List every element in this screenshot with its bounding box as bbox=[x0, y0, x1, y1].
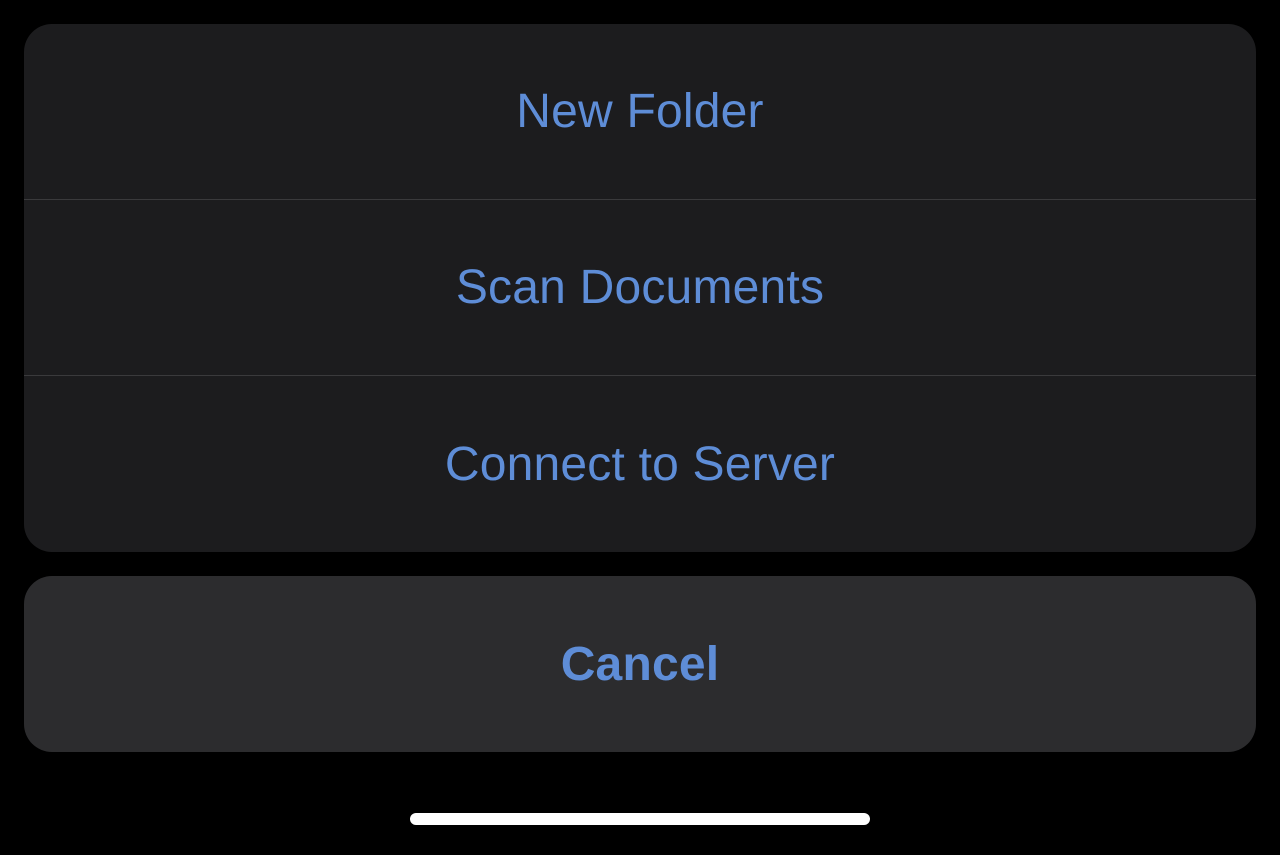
action-item-label: Scan Documents bbox=[456, 260, 824, 315]
home-indicator[interactable] bbox=[410, 813, 870, 825]
connect-to-server-button[interactable]: Connect to Server bbox=[24, 376, 1256, 552]
action-item-label: Connect to Server bbox=[445, 437, 835, 492]
new-folder-button[interactable]: New Folder bbox=[24, 24, 1256, 200]
cancel-button-label: Cancel bbox=[561, 637, 720, 692]
cancel-button[interactable]: Cancel bbox=[24, 576, 1256, 752]
scan-documents-button[interactable]: Scan Documents bbox=[24, 200, 1256, 376]
action-sheet-group: New Folder Scan Documents Connect to Ser… bbox=[24, 24, 1256, 552]
action-item-label: New Folder bbox=[516, 84, 763, 139]
